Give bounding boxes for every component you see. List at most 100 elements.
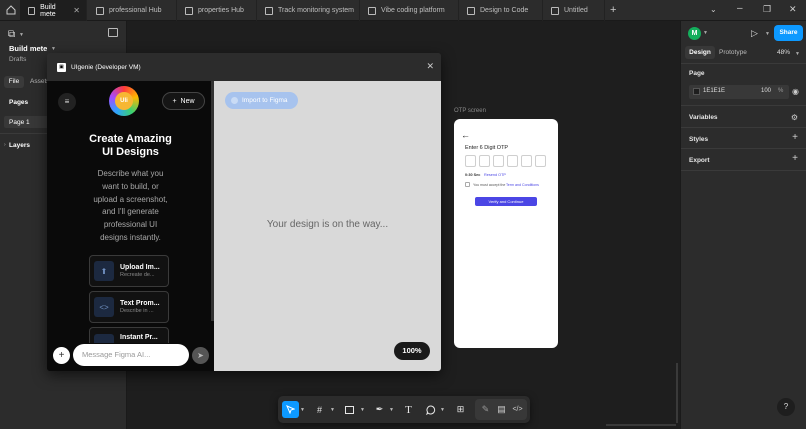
otp-digit-box[interactable] <box>535 155 546 167</box>
present-play-icon[interactable]: ▷ <box>751 28 758 39</box>
vertical-scrollbar[interactable] <box>676 363 678 423</box>
chevron-down-icon[interactable]: ▼ <box>360 407 365 413</box>
otp-input-group[interactable] <box>465 155 549 169</box>
description-line: Describe what you <box>97 169 164 178</box>
bottom-toolbar: ▼ # ▼ ▼ ✒ ▼ T ▼ ⊞ ✎ ▤ </> <box>278 396 530 423</box>
page-color-value[interactable]: 1E1E1E <box>703 88 725 94</box>
resend-otp-link[interactable]: Resend OTP <box>484 173 506 177</box>
chevron-down-icon[interactable]: ▼ <box>51 46 56 52</box>
description: Describe what you want to build, or uplo… <box>47 168 214 245</box>
text-tool-icon[interactable]: T <box>400 401 417 418</box>
otp-digit-box[interactable] <box>465 155 476 167</box>
percent-sign: % <box>778 88 784 94</box>
add-export-plus-icon[interactable]: + <box>792 153 798 164</box>
close-icon[interactable]: ✕ <box>73 6 80 15</box>
tab-build-mete[interactable]: Build mete ✕ <box>20 0 87 21</box>
otp-digit-box[interactable] <box>493 155 504 167</box>
rectangle-tool-icon[interactable] <box>341 401 358 418</box>
tab-properties-hub[interactable]: properties Hub <box>177 0 257 21</box>
variables-settings-icon[interactable]: ⚙ <box>791 113 798 122</box>
otp-digit-box[interactable] <box>521 155 532 167</box>
send-button[interactable]: ➤ <box>192 347 209 364</box>
tab-design[interactable]: Design <box>685 46 715 59</box>
chevron-right-icon[interactable]: › <box>4 142 6 148</box>
chevron-down-icon[interactable]: ▼ <box>765 31 770 37</box>
color-swatch[interactable] <box>693 88 700 95</box>
description-line: want to build, or <box>102 181 159 191</box>
plugin-logo-icon: ▣ <box>57 62 66 72</box>
verify-button[interactable]: Verify and Continue <box>475 197 537 206</box>
page-opacity-value[interactable]: 100 <box>761 88 771 94</box>
chevron-down-icon[interactable]: ▼ <box>795 51 800 57</box>
chevron-down-icon[interactable]: ⌄ <box>710 5 717 14</box>
frame-tool-icon[interactable]: # <box>311 401 328 418</box>
attach-plus-button[interactable]: + <box>53 347 70 364</box>
tab-label: properties Hub <box>198 7 244 14</box>
home-icon[interactable] <box>6 5 16 15</box>
chevron-down-icon[interactable]: ▼ <box>330 407 335 413</box>
figma-menu-icon[interactable]: ⧉ <box>8 29 15 40</box>
actions-icon[interactable]: ⊞ <box>452 401 469 418</box>
otp-digit-box[interactable] <box>507 155 518 167</box>
window-close-icon[interactable]: ✕ <box>789 4 797 15</box>
help-button[interactable]: ? <box>777 398 795 416</box>
horizontal-scrollbar[interactable] <box>606 424 676 426</box>
pen-tool-icon[interactable]: ✒ <box>371 401 388 418</box>
description-line: upload a screenshot, <box>93 194 168 204</box>
tab-file[interactable]: File <box>4 76 24 88</box>
chevron-down-icon[interactable]: ▼ <box>703 30 708 36</box>
sidebar-toggle-icon[interactable] <box>108 28 118 37</box>
restore-icon[interactable]: ❐ <box>763 4 771 15</box>
chevron-down-icon[interactable]: ▼ <box>389 407 394 413</box>
card-title: Instant Pr... <box>120 334 158 341</box>
variables-title[interactable]: Variables <box>689 114 718 121</box>
text-prompt-card[interactable]: <> Text Prom... Describe in ... <box>89 291 169 323</box>
tab-professional-hub[interactable]: professional Hub <box>88 0 177 21</box>
new-tab-plus-icon[interactable]: + <box>610 4 616 16</box>
tab-design-to-code[interactable]: Design to Code <box>459 0 543 21</box>
dev-mode-icon[interactable]: </> <box>509 401 526 418</box>
plugin-close-icon[interactable]: ✕ <box>426 61 434 72</box>
tab-prototype[interactable]: Prototype <box>719 49 747 56</box>
chevron-down-icon[interactable]: ▼ <box>300 407 305 413</box>
draw-mode-icon[interactable]: ✎ <box>477 401 494 418</box>
zoom-level[interactable]: 48% <box>777 49 790 56</box>
share-button[interactable]: Share <box>774 25 803 41</box>
layers-title[interactable]: Layers <box>9 142 30 149</box>
new-chat-button[interactable]: + New <box>162 92 205 110</box>
tab-label: Build mete <box>40 3 56 18</box>
preview-zoom-badge[interactable]: 100% <box>394 342 430 360</box>
description-line: designs instantly. <box>100 232 161 242</box>
menu-icon[interactable]: ≡ <box>58 93 76 111</box>
headline-line-2: UI Designs <box>102 146 159 158</box>
upload-image-card[interactable]: ⬆ Upload Im... Recreate de... <box>89 255 169 287</box>
frame-label[interactable]: OTP screen <box>454 108 486 114</box>
import-label: Import to Figma <box>242 97 288 104</box>
import-to-figma-button[interactable]: Import to Figma <box>225 92 298 109</box>
tab-untitled[interactable]: Untitled <box>543 0 605 21</box>
file-name[interactable]: Build mete <box>9 44 47 53</box>
tab-vibe-coding[interactable]: Vibe coding platform <box>360 0 459 21</box>
styles-title: Styles <box>689 136 709 143</box>
message-input[interactable]: Message Figma AI... <box>73 344 189 366</box>
card-subtitle: Describe in ... <box>120 308 154 314</box>
design-mode-icon[interactable]: ▤ <box>493 401 510 418</box>
terms-link[interactable]: Term and Conditions <box>506 183 539 187</box>
plugin-window: ▣ UIgenie (Developer VM) ✕ ≡ Uli + New C… <box>47 53 441 371</box>
avatar[interactable]: M <box>688 27 701 40</box>
otp-digit-box[interactable] <box>479 155 490 167</box>
terms-checkbox[interactable] <box>465 182 470 187</box>
page-1-item[interactable]: Page 1 <box>9 119 30 126</box>
move-tool-icon[interactable] <box>282 401 299 418</box>
otp-frame[interactable]: ← Enter 6 Digit OTP 0:30 Sec Resend OTP … <box>454 119 558 348</box>
comment-tool-icon[interactable] <box>422 401 439 418</box>
minimize-icon[interactable]: – <box>737 3 743 14</box>
chevron-down-icon[interactable]: ▼ <box>19 32 24 38</box>
export-title: Export <box>689 157 710 164</box>
back-arrow-icon[interactable]: ← <box>461 130 470 140</box>
tab-track-monitoring[interactable]: Track monitoring system <box>257 0 360 21</box>
card-title: Upload Im... <box>120 264 160 271</box>
eye-icon[interactable]: ◉ <box>792 87 799 96</box>
add-style-plus-icon[interactable]: + <box>792 132 798 143</box>
chevron-down-icon[interactable]: ▼ <box>440 407 445 413</box>
